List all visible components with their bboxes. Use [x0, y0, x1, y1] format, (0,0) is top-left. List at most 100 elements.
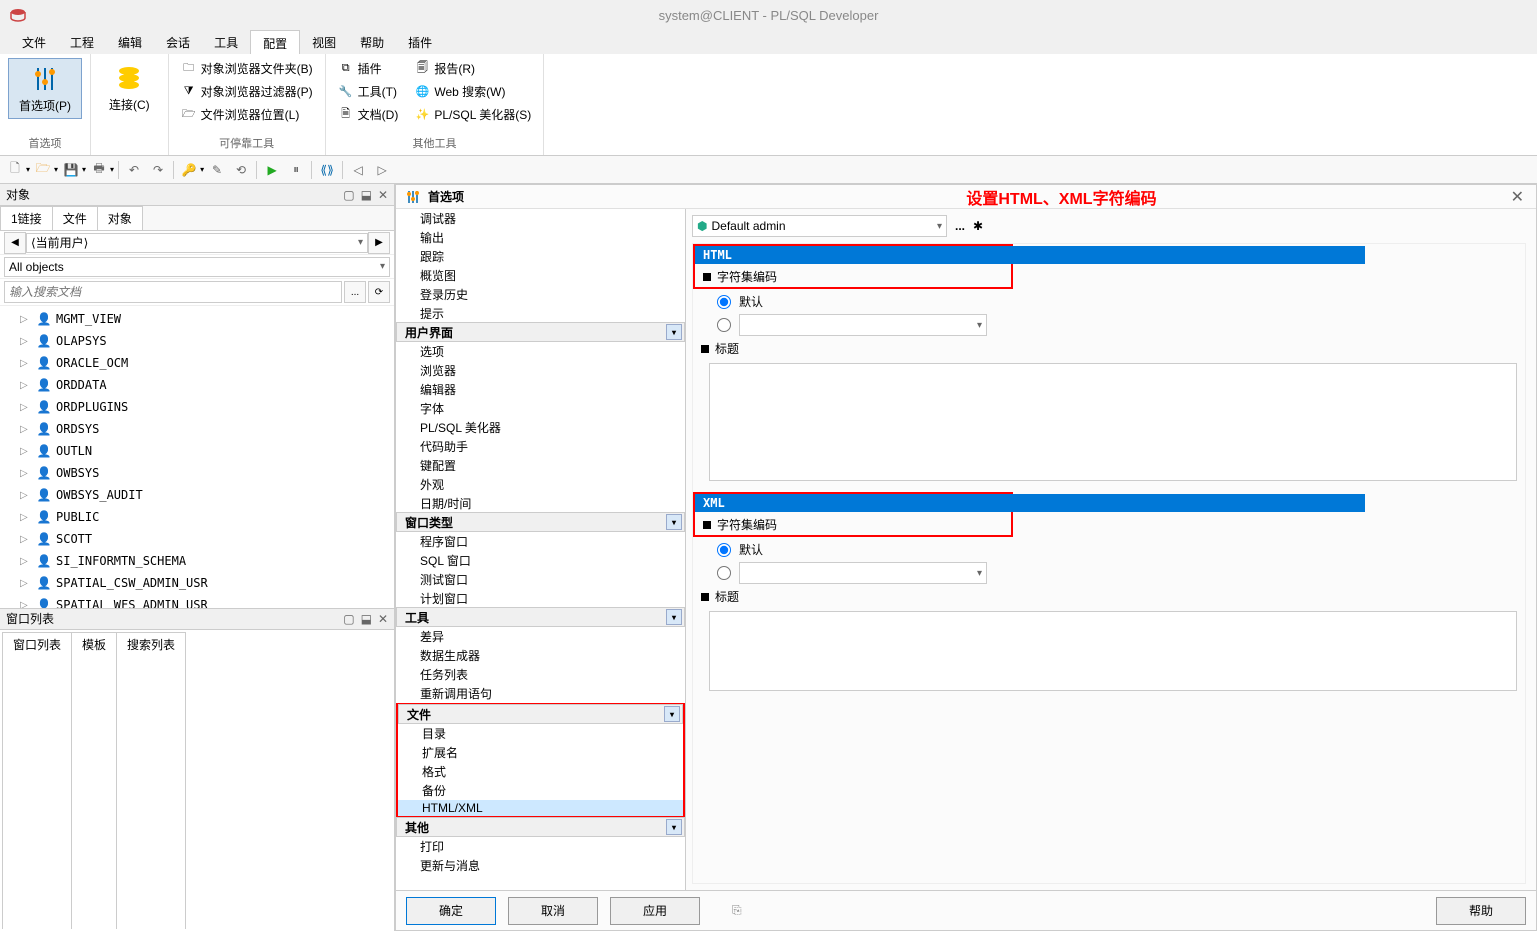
- menu-file[interactable]: 文件: [10, 30, 58, 54]
- pref-tree-group[interactable]: 其他▾: [396, 817, 685, 837]
- chevron-down-icon[interactable]: ▾: [110, 165, 114, 174]
- tree-item[interactable]: ▷👤OLAPSYS: [2, 330, 392, 352]
- tree-item[interactable]: ▷👤SCOTT: [2, 528, 392, 550]
- help-button[interactable]: 帮助: [1436, 897, 1526, 925]
- pref-tree-item[interactable]: 选项: [396, 342, 685, 361]
- tree-item[interactable]: ▷👤OUTLN: [2, 440, 392, 462]
- back-button[interactable]: ◀: [4, 232, 26, 254]
- pref-tree-item[interactable]: HTML/XML: [398, 800, 683, 816]
- tree-item[interactable]: ▷👤SI_INFORMTN_SCHEMA: [2, 550, 392, 572]
- tree-item[interactable]: ▷👤ORDSYS: [2, 418, 392, 440]
- pref-tree-item[interactable]: 浏览器: [396, 361, 685, 380]
- menu-edit[interactable]: 编辑: [106, 30, 154, 54]
- expand-icon[interactable]: ▷: [20, 446, 32, 457]
- pref-tree-item[interactable]: 计划窗口: [396, 589, 685, 608]
- panel-dock-icon[interactable]: ▢: [343, 612, 354, 626]
- expand-icon[interactable]: ▷: [20, 578, 32, 589]
- panel-pin-icon[interactable]: ⬓: [361, 188, 372, 202]
- pref-tree-item[interactable]: SQL 窗口: [396, 551, 685, 570]
- expand-icon[interactable]: ▷: [20, 380, 32, 391]
- pref-tree-item[interactable]: 登录历史: [396, 285, 685, 304]
- ribbon-documents[interactable]: 🗎文档(D): [334, 104, 403, 125]
- menu-help[interactable]: 帮助: [348, 30, 396, 54]
- user-combo[interactable]: ⟨当前用户⟩▾: [26, 233, 368, 253]
- tb-undo[interactable]: ↶: [123, 159, 145, 181]
- tree-item[interactable]: ▷👤SPATIAL_WFS_ADMIN_USR: [2, 594, 392, 608]
- tree-item[interactable]: ▷👤ORDPLUGINS: [2, 396, 392, 418]
- expand-icon[interactable]: ▷: [20, 468, 32, 479]
- pref-tree-item[interactable]: 打印: [396, 837, 685, 856]
- pref-tree-item[interactable]: 键配置: [396, 456, 685, 475]
- tab-files[interactable]: 文件: [52, 206, 98, 230]
- menu-configure[interactable]: 配置: [250, 30, 300, 54]
- pref-tree-item[interactable]: 数据生成器: [396, 646, 685, 665]
- pref-tree-item[interactable]: 扩展名: [398, 743, 683, 762]
- pref-tree-item[interactable]: 编辑器: [396, 380, 685, 399]
- star-button[interactable]: ✱: [973, 219, 983, 233]
- pref-tree[interactable]: 调试器输出跟踪概览图登录历史提示用户界面▾选项浏览器编辑器字体PL/SQL 美化…: [396, 209, 685, 890]
- chevron-down-icon[interactable]: ▾: [200, 165, 204, 174]
- expand-icon[interactable]: ▷: [20, 556, 32, 567]
- expand-icon[interactable]: ▷: [20, 336, 32, 347]
- forward-button[interactable]: ▶: [368, 232, 390, 254]
- pref-tree-item[interactable]: 差异: [396, 627, 685, 646]
- pref-tree-item[interactable]: 提示: [396, 304, 685, 323]
- html-charset-default-radio[interactable]: [717, 295, 731, 309]
- tb-find-prev[interactable]: ◁: [347, 159, 369, 181]
- pref-tree-group[interactable]: 用户界面▾: [396, 322, 685, 342]
- tb-save[interactable]: 💾: [60, 159, 82, 181]
- menu-project[interactable]: 工程: [58, 30, 106, 54]
- pref-tree-item[interactable]: 代码助手: [396, 437, 685, 456]
- tb-pref[interactable]: ⟪⟫: [316, 159, 338, 181]
- expand-icon[interactable]: ▷: [20, 402, 32, 413]
- tree-item[interactable]: ▷👤ORACLE_OCM: [2, 352, 392, 374]
- expand-icon[interactable]: ▷: [20, 424, 32, 435]
- pref-tree-group[interactable]: 窗口类型▾: [396, 512, 685, 532]
- panel-close-icon[interactable]: ✕: [378, 188, 388, 202]
- ribbon-websearch[interactable]: 🌐Web 搜索(W): [410, 81, 535, 102]
- menu-tools[interactable]: 工具: [202, 30, 250, 54]
- ellipsis-button[interactable]: ...: [955, 219, 965, 233]
- tb-new[interactable]: 🗋: [4, 159, 26, 181]
- menu-session[interactable]: 会话: [154, 30, 202, 54]
- ribbon-browser-folders[interactable]: 🗀对象浏览器文件夹(B): [177, 58, 317, 79]
- tb-rollback[interactable]: ⟲: [230, 159, 252, 181]
- pref-tree-item[interactable]: 日期/时间: [396, 494, 685, 513]
- tb-break[interactable]: ⏸: [285, 159, 307, 181]
- more-button[interactable]: ...: [344, 281, 366, 303]
- pref-tree-item[interactable]: 程序窗口: [396, 532, 685, 551]
- object-tree[interactable]: ▷👤MGMT_VIEW▷👤OLAPSYS▷👤ORACLE_OCM▷👤ORDDAT…: [0, 306, 394, 608]
- pref-tree-group[interactable]: 文件▾: [398, 704, 683, 724]
- pref-tree-item[interactable]: 调试器: [396, 209, 685, 228]
- tab-template[interactable]: 模板: [71, 632, 117, 930]
- refresh-button[interactable]: ⟳: [368, 281, 390, 303]
- tree-item[interactable]: ▷👤ORDDATA: [2, 374, 392, 396]
- ribbon-preferences-button[interactable]: 首选项(P): [8, 58, 82, 119]
- expand-icon[interactable]: ▷: [20, 600, 32, 608]
- pref-tree-item[interactable]: 重新调用语句: [396, 684, 685, 703]
- pref-tree-item[interactable]: 格式: [398, 762, 683, 781]
- expand-icon[interactable]: ▷: [20, 512, 32, 523]
- pref-tree-item[interactable]: 概览图: [396, 266, 685, 285]
- pref-help-icon[interactable]: ⎘: [732, 903, 742, 918]
- ribbon-file-browser-loc[interactable]: 🗁文件浏览器位置(L): [177, 104, 317, 125]
- pref-tree-item[interactable]: 跟踪: [396, 247, 685, 266]
- expand-icon[interactable]: ▷: [20, 314, 32, 325]
- xml-charset-custom-radio[interactable]: [717, 566, 731, 580]
- tb-commit[interactable]: ✎: [206, 159, 228, 181]
- ok-button[interactable]: 确定: [406, 897, 496, 925]
- panel-pin-icon[interactable]: ⬓: [361, 612, 372, 626]
- xml-charset-combo[interactable]: ▾: [739, 562, 987, 584]
- expand-icon[interactable]: ▷: [20, 534, 32, 545]
- ribbon-plugins[interactable]: ⧉插件: [334, 58, 403, 79]
- chevron-down-icon[interactable]: ▾: [82, 165, 86, 174]
- tb-execute[interactable]: ▶: [261, 159, 283, 181]
- panel-dock-icon[interactable]: ▢: [343, 188, 354, 202]
- html-title-textarea[interactable]: [709, 363, 1517, 481]
- xml-charset-default-radio[interactable]: [717, 543, 731, 557]
- html-charset-custom-radio[interactable]: [717, 318, 731, 332]
- apply-button[interactable]: 应用: [610, 897, 700, 925]
- tb-print[interactable]: 🖶: [88, 159, 110, 181]
- ribbon-reports[interactable]: 🗐报告(R): [410, 58, 535, 79]
- tree-item[interactable]: ▷👤OWBSYS: [2, 462, 392, 484]
